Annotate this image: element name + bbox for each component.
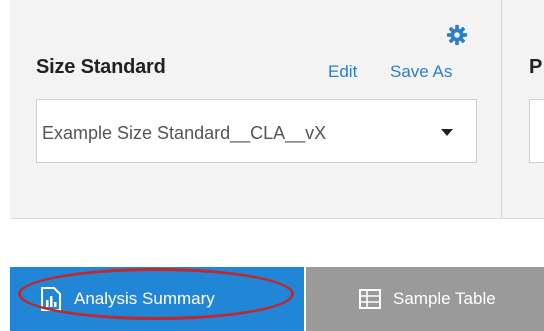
- edit-link[interactable]: Edit: [328, 62, 357, 82]
- table-icon: [359, 289, 381, 309]
- save-as-link[interactable]: Save As: [390, 62, 452, 82]
- size-standard-selected-value: Example Size Standard__CLA__vX: [42, 123, 327, 143]
- caret-down-icon: [441, 129, 453, 136]
- next-section-title: P: [529, 56, 543, 78]
- size-standard-title: Size Standard: [36, 56, 166, 78]
- next-section-field[interactable]: [529, 99, 544, 163]
- tab-sample-table[interactable]: Sample Table: [306, 267, 544, 331]
- tab-sample-table-label: Sample Table: [393, 289, 496, 308]
- highlight-annotation-circle: [18, 268, 294, 320]
- size-standard-dropdown[interactable]: Example Size Standard__CLA__vX: [36, 99, 477, 163]
- panel-divider: [501, 0, 502, 218]
- gear-icon[interactable]: [446, 24, 468, 46]
